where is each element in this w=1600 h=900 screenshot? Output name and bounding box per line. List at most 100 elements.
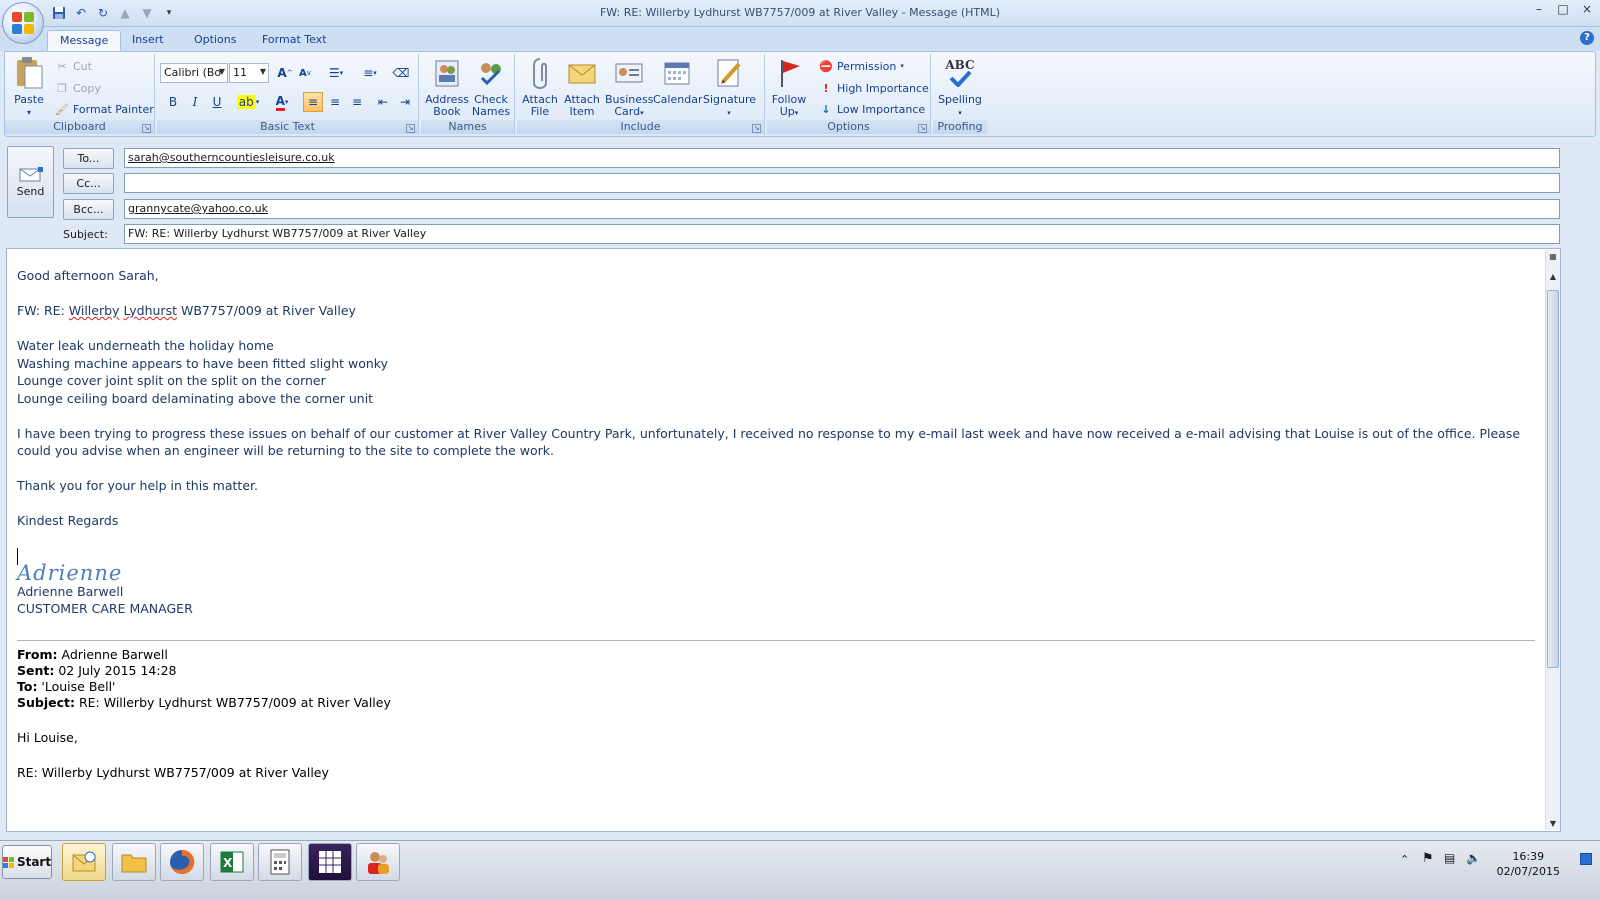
help-icon[interactable]: ? [1580, 31, 1594, 45]
cut-button[interactable]: ✂ Cut [55, 57, 92, 75]
address-book-label-2: Book [433, 105, 461, 118]
font-size-combo[interactable]: 11 ▼ [229, 63, 269, 83]
high-importance-button[interactable]: ! High Importance [819, 79, 929, 97]
low-importance-label: Low Importance [837, 102, 926, 116]
send-icon [18, 167, 44, 182]
body-closing: Kindest Regards [17, 513, 119, 528]
font-color-icon[interactable]: A ▾ [267, 92, 297, 112]
low-importance-button[interactable]: ↓ Low Importance [819, 100, 925, 118]
tab-options[interactable]: Options [182, 30, 248, 51]
vertical-scrollbar[interactable]: ▦ ▲ ▼ [1545, 250, 1560, 830]
minimize-button[interactable]: – [1532, 2, 1546, 16]
report-app[interactable] [308, 843, 352, 881]
bcc-button[interactable]: Bcc... [63, 199, 114, 220]
dialog-launcher-icon[interactable]: ↘ [406, 124, 415, 133]
permission-label: Permission [837, 59, 897, 73]
numbering-icon[interactable]: ≡ ▾ [355, 63, 385, 83]
show-hidden-icons-icon[interactable]: ⌃ [1400, 853, 1409, 866]
tab-format-text[interactable]: Format Text [250, 30, 339, 51]
grow-font-icon[interactable]: A ^ [275, 63, 295, 83]
underline-button[interactable]: U [207, 92, 227, 112]
volume-icon[interactable]: 🔈 [1466, 851, 1481, 865]
scroll-thumb[interactable] [1547, 290, 1559, 668]
show-desktop-icon[interactable] [1580, 853, 1592, 865]
network-icon[interactable]: ▤ [1444, 851, 1455, 865]
excel-app[interactable]: X [210, 843, 254, 881]
bcc-field[interactable]: grannycate@yahoo.co.uk [124, 199, 1560, 219]
sent-label: Sent: [17, 662, 55, 678]
bcc-recipient[interactable]: grannycate@yahoo.co.uk [128, 202, 268, 215]
spelling-button[interactable]: ABC Spelling ▾ [935, 56, 985, 119]
decrease-indent-icon[interactable]: ⇤ [373, 92, 393, 112]
cc-field[interactable] [124, 173, 1560, 193]
paste-icon [12, 56, 46, 90]
signature-icon [712, 56, 746, 90]
attach-file-button[interactable]: Attach File [519, 56, 561, 118]
calculator-icon [270, 849, 290, 875]
title-bar: ↶ ↻ ▲ ▼ ▾ FW: RE: Willerby Lydhurst WB77… [0, 0, 1600, 27]
proofing-group: ABC Spelling ▾ Proofing [933, 54, 987, 135]
bold-button[interactable]: B [163, 92, 183, 112]
high-importance-label: High Importance [837, 81, 929, 95]
shrink-font-icon[interactable]: Av [295, 63, 315, 83]
scroll-up-icon[interactable]: ▲ [1546, 272, 1560, 281]
office-button[interactable] [2, 2, 44, 44]
attach-item-button[interactable]: Attach Item [561, 56, 603, 118]
issue-item: Water leak underneath the holiday home [17, 338, 274, 353]
contacts-app[interactable] [356, 843, 400, 881]
dialog-launcher-icon[interactable]: ↘ [142, 124, 151, 133]
arrow-down-icon: ↓ [821, 102, 831, 116]
explorer-app[interactable] [112, 843, 156, 881]
sent-value: 02 July 2015 14:28 [54, 662, 177, 678]
close-button[interactable]: × [1580, 2, 1594, 16]
font-name-combo[interactable]: Calibri (Bo ▼ [160, 63, 228, 83]
outlook-app[interactable] [62, 843, 106, 881]
format-painter-button[interactable]: 🖌 Format Painter [55, 100, 154, 118]
svg-text:X: X [223, 856, 233, 870]
check-names-button[interactable]: Check Names [471, 56, 511, 118]
dialog-launcher-icon[interactable]: ↘ [752, 124, 761, 133]
align-left-icon[interactable]: ≡ [303, 92, 323, 112]
italic-button[interactable]: I [185, 92, 205, 112]
to-recipient[interactable]: sarah@southerncountiesleisure.co.uk [128, 151, 335, 164]
subject-field[interactable]: FW: RE: Willerby Lydhurst WB7757/009 at … [124, 224, 1560, 244]
permission-button[interactable]: ⛔ Permission ▾ [819, 57, 904, 75]
firefox-app[interactable] [160, 843, 204, 881]
business-card-button[interactable]: Business Card▾ [605, 56, 654, 119]
clock[interactable]: 16:39 02/07/2015 [1497, 849, 1560, 879]
action-center-flag-icon[interactable]: ⚑ [1422, 851, 1434, 866]
paste-button[interactable]: Paste ▾ [9, 56, 49, 119]
copy-button[interactable]: ❐ Copy [55, 79, 101, 97]
dialog-launcher-icon[interactable]: ↘ [918, 124, 927, 133]
signature-button[interactable]: Signature ▾ [703, 56, 756, 119]
bullets-icon[interactable]: ☰ ▾ [321, 63, 351, 83]
flag-icon [772, 56, 806, 90]
ribbon-tab-bar: Message Insert Options Format Text ? [0, 27, 1600, 51]
excel-icon: X [220, 851, 244, 873]
follow-up-button[interactable]: Follow Up▾ [767, 56, 811, 119]
align-right-icon[interactable]: ≡ [347, 92, 367, 112]
start-button[interactable]: Start [2, 845, 52, 879]
tab-insert[interactable]: Insert [120, 30, 176, 51]
maximize-button[interactable]: □ [1556, 2, 1570, 16]
message-body[interactable]: Good afternoon Sarah, FW: RE: Willerby L… [6, 248, 1561, 832]
tab-message[interactable]: Message [47, 30, 122, 51]
send-button[interactable]: Send [7, 146, 54, 218]
increase-indent-icon[interactable]: ⇥ [395, 92, 415, 112]
cc-button[interactable]: Cc... [63, 173, 114, 194]
calendar-button[interactable]: Calendar [653, 56, 702, 106]
clear-formatting-icon[interactable]: ⌫ [391, 63, 411, 83]
envelope-icon [565, 56, 599, 90]
highlight-icon[interactable]: ab ▾ [233, 92, 263, 112]
copy-icon: ❐ [57, 81, 67, 95]
to-button[interactable]: To... [63, 148, 114, 169]
calculator-app[interactable] [258, 843, 302, 881]
align-center-icon[interactable]: ≡ [325, 92, 345, 112]
abc-label: ABC [945, 58, 975, 72]
address-book-button[interactable]: Address Book [425, 56, 469, 118]
scroll-down-icon[interactable]: ▼ [1546, 819, 1560, 828]
from-label: From: [17, 646, 58, 662]
to-field[interactable]: sarah@southerncountiesleisure.co.uk [124, 148, 1560, 168]
ruler-toggle-icon[interactable]: ▦ [1546, 252, 1560, 261]
attach-file-label-2: File [530, 105, 550, 118]
